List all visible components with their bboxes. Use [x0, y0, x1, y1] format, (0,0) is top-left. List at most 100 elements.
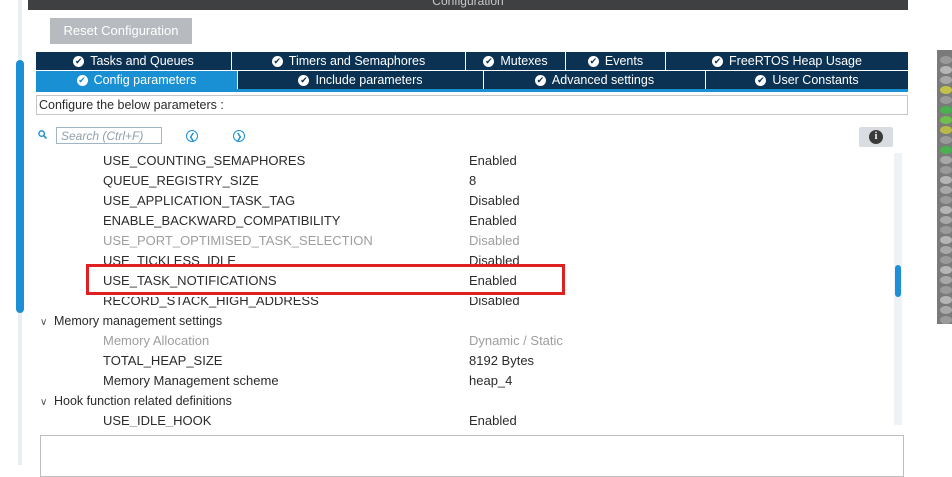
tab-timers-and-semaphores[interactable]: ✔ Timers and Semaphores — [232, 52, 466, 70]
panel-indicator — [940, 206, 952, 214]
description-panel — [40, 435, 904, 477]
panel-indicator — [940, 76, 952, 84]
check-circle-icon: ✔ — [76, 74, 88, 86]
tab-include-parameters[interactable]: ✔ Include parameters — [238, 71, 484, 89]
tab-config-parameters[interactable]: ✔ Config parameters — [36, 71, 238, 89]
param-name: Memory Allocation — [103, 333, 210, 348]
param-value[interactable]: heap_4 — [469, 371, 512, 391]
panel-indicator — [940, 256, 952, 264]
tab-label: Config parameters — [93, 73, 197, 87]
tab-underline — [36, 89, 908, 92]
left-scrollbar[interactable] — [0, 0, 24, 465]
panel-indicator — [940, 246, 952, 254]
param-name: ENABLE_BACKWARD_COMPATIBILITY — [103, 213, 341, 228]
panel-indicator — [940, 96, 952, 104]
panel-indicator — [940, 116, 952, 124]
tab-bar-row1: ✔ Tasks and Queues ✔ Timers and Semaphores ✔… — [36, 52, 908, 70]
panel-indicator — [940, 296, 952, 304]
param-name: QUEUE_REGISTRY_SIZE — [103, 173, 259, 188]
param-row[interactable]: USE_PORT_OPTIMISED_TASK_SELECTION Disable… — [36, 231, 882, 251]
window-titlebar: Configuration — [28, 0, 908, 10]
list-scroll-thumb[interactable] — [895, 265, 901, 297]
panel-indicator — [940, 146, 952, 154]
check-circle-icon: ✔ — [755, 74, 767, 86]
chevron-left-circle-icon[interactable]: ❮ — [186, 130, 198, 142]
section-header[interactable]: ∨ Hook function related definitions — [36, 391, 232, 411]
check-circle-icon: ✔ — [271, 55, 283, 67]
param-value[interactable]: 8192 Bytes — [469, 351, 534, 371]
info-button[interactable]: i — [859, 127, 893, 147]
section-label: Memory management settings — [54, 314, 223, 328]
param-row[interactable]: USE_APPLICATION_TASK_TAG Disabled — [36, 191, 882, 211]
param-name: Memory Management scheme — [103, 373, 279, 388]
info-icon: i — [869, 130, 883, 144]
tab-label: Include parameters — [315, 73, 423, 87]
left-scroll-thumb[interactable] — [16, 60, 24, 313]
tab-user-constants[interactable]: ✔ User Constants — [706, 71, 908, 89]
tab-mutexes[interactable]: ✔ Mutexes — [466, 52, 566, 70]
tab-tasks-and-queues[interactable]: ✔ Tasks and Queues — [36, 52, 232, 70]
check-circle-icon: ✔ — [587, 55, 599, 67]
param-value[interactable]: 8 — [469, 171, 476, 191]
panel-indicator — [940, 166, 952, 174]
panel-indicator — [940, 306, 952, 314]
right-side-panel — [937, 50, 952, 324]
param-row[interactable]: Memory Management scheme heap_4 — [36, 371, 882, 391]
param-row[interactable]: QUEUE_REGISTRY_SIZE 8 — [36, 171, 882, 191]
search-input[interactable] — [56, 127, 162, 144]
panel-indicator — [940, 126, 952, 134]
reset-configuration-button[interactable]: Reset Configuration — [50, 18, 192, 44]
tab-label: Advanced settings — [551, 73, 655, 87]
param-name: USE_PORT_OPTIMISED_TASK_SELECTION — [103, 233, 373, 248]
check-circle-icon: ✔ — [712, 55, 724, 67]
panel-indicator — [940, 226, 952, 234]
panel-indicator — [940, 266, 952, 274]
tab-label: Mutexes — [500, 54, 548, 68]
chevron-down-icon[interactable]: ∨ — [40, 393, 54, 413]
panel-indicator — [940, 106, 952, 114]
tab-label: FreeRTOS Heap Usage — [729, 54, 862, 68]
panel-indicator — [940, 276, 952, 284]
chevron-right-circle-icon[interactable]: ❯ — [233, 130, 245, 142]
param-name: TOTAL_HEAP_SIZE — [103, 353, 223, 368]
window-title: Configuration — [432, 0, 504, 8]
chevron-down-icon[interactable]: ∨ — [40, 313, 54, 333]
list-scrollbar[interactable] — [894, 153, 902, 425]
param-row[interactable]: Memory Allocation Dynamic / Static — [36, 331, 882, 351]
highlight-box — [86, 264, 565, 295]
param-value[interactable]: Disabled — [469, 191, 520, 211]
panel-indicator — [940, 236, 952, 244]
check-circle-icon: ✔ — [483, 55, 495, 67]
section-label: Hook function related definitions — [54, 394, 232, 408]
panel-indicator — [940, 136, 952, 144]
panel-indicator — [940, 216, 952, 224]
param-value[interactable]: Disabled — [469, 231, 520, 251]
tab-label: User Constants — [772, 73, 859, 87]
param-row[interactable]: USE_COUNTING_SEMAPHORES Enabled — [36, 151, 882, 171]
tab-label: Timers and Semaphores — [288, 54, 426, 68]
tab-bar-row2: ✔ Config parameters ✔ Include parameters ✔ Ad… — [36, 71, 908, 89]
search-icon[interactable] — [38, 130, 47, 139]
tab-advanced-settings[interactable]: ✔ Advanced settings — [484, 71, 706, 89]
section-header[interactable]: ∨ Memory management settings — [36, 311, 222, 331]
tab-label: Events — [604, 54, 644, 68]
param-value[interactable]: Enabled — [469, 411, 517, 427]
param-value[interactable]: Enabled — [469, 151, 517, 171]
panel-indicator — [940, 156, 952, 164]
panel-indicator — [940, 286, 952, 294]
panel-indicator — [940, 56, 952, 64]
panel-indicator — [940, 176, 952, 184]
param-value[interactable]: Dynamic / Static — [469, 331, 563, 351]
param-row[interactable]: TOTAL_HEAP_SIZE 8192 Bytes — [36, 351, 882, 371]
tab-events[interactable]: ✔ Events — [566, 52, 666, 70]
param-row[interactable]: ENABLE_BACKWARD_COMPATIBILITY Enabled — [36, 211, 882, 231]
tab-label: Tasks and Queues — [90, 54, 194, 68]
panel-indicator — [940, 86, 952, 94]
param-row[interactable]: USE_IDLE_HOOK Enabled — [36, 411, 882, 427]
param-name: USE_COUNTING_SEMAPHORES — [103, 153, 306, 168]
tab-freertos-heap-usage[interactable]: ✔ FreeRTOS Heap Usage — [666, 52, 908, 70]
param-value[interactable]: Enabled — [469, 211, 517, 231]
panel-indicator — [940, 316, 952, 324]
param-name: USE_IDLE_HOOK — [103, 413, 212, 427]
panel-indicator — [940, 66, 952, 74]
